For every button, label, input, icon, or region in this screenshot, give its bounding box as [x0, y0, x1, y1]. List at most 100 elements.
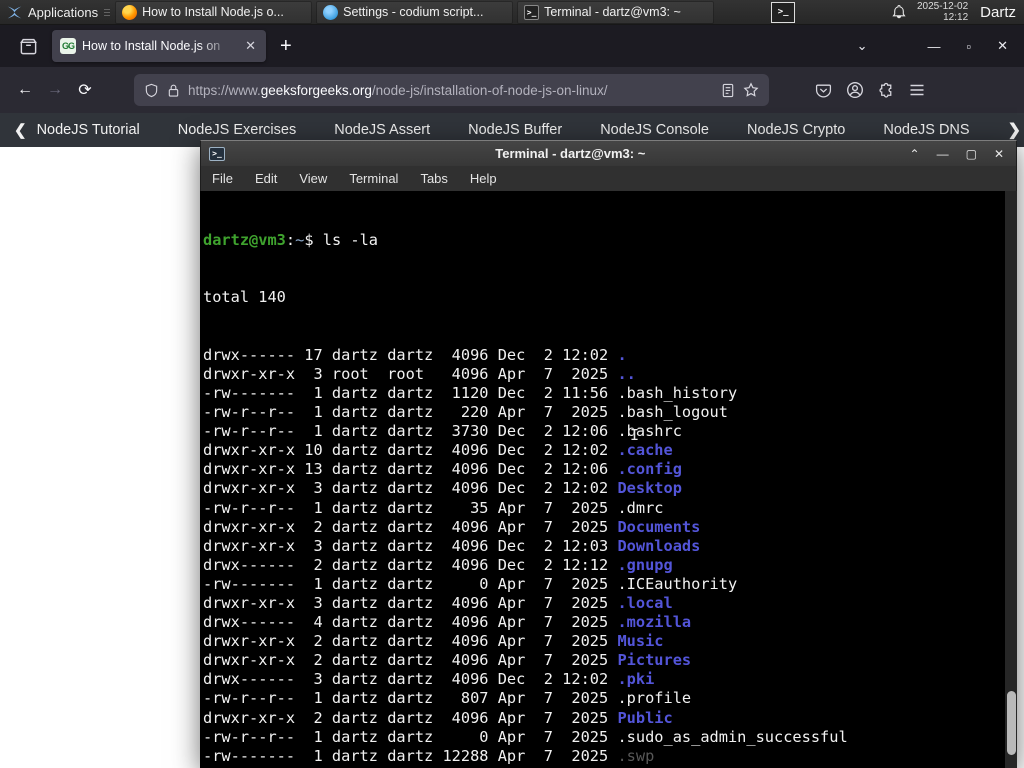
firefox-tab-bar: GG How to Install Node.js on ✕ + ⌄ — ▫ ✕: [0, 25, 1024, 67]
terminal-line: drwx------ 17 dartz dartz 4096 Dec 2 12:…: [203, 345, 627, 364]
terminal-line: -rw-r--r-- 1 dartz dartz 3730 Dec 2 12:0…: [203, 422, 682, 441]
terminal-line: drwx------ 4 dartz dartz 4096 Apr 7 2025…: [203, 613, 692, 632]
terminal-line: -rw-r--r-- 1 dartz dartz 0 Apr 7 2025 .s…: [203, 727, 848, 746]
terminal-titlebar[interactable]: >_ Terminal - dartz@vm3: ~ ⌃ — ▢ ✕: [200, 140, 1017, 166]
url-text: https://www.geeksforgeeks.org/node-js/in…: [188, 82, 608, 98]
directory-name: .local: [617, 593, 673, 612]
directory-name: ..: [617, 364, 636, 383]
firefox-view-icon[interactable]: [14, 32, 42, 60]
terminal-line: drwx------ 3 dartz dartz 4096 Dec 2 12:0…: [203, 670, 655, 689]
applications-menu-button[interactable]: Applications: [0, 0, 104, 24]
terminal-maximize-button[interactable]: ▢: [966, 147, 977, 161]
terminal-line: drwxr-xr-x 2 dartz dartz 4096 Apr 7 2025…: [203, 517, 701, 536]
terminal-shade-button[interactable]: ⌃: [910, 147, 920, 161]
menu-view[interactable]: View: [288, 171, 338, 186]
extensions-puzzle-icon[interactable]: [878, 82, 895, 99]
terminal-line: -rw-r--r-- 1 dartz dartz 220 Apr 7 2025 …: [203, 403, 728, 422]
directory-name: .mozilla: [617, 613, 692, 632]
menu-file[interactable]: File: [201, 171, 244, 186]
file-name: .swp: [617, 746, 655, 765]
url-bar[interactable]: https://www.geeksforgeeks.org/node-js/in…: [134, 74, 769, 106]
nav-link-tutorial[interactable]: NodeJS Tutorial: [37, 122, 140, 138]
account-icon[interactable]: [846, 81, 864, 99]
nav-link-buffer[interactable]: NodeJS Buffer: [468, 122, 562, 138]
terminal-scrollbar-thumb[interactable]: [1006, 691, 1016, 755]
directory-name: .config: [617, 460, 682, 479]
terminal-line: drwxr-xr-x 3 dartz dartz 4096 Apr 7 2025…: [203, 593, 673, 612]
directory-name: .cache: [617, 441, 673, 460]
taskbar-window-codium[interactable]: Settings - codium script...: [316, 0, 514, 24]
notification-bell-icon[interactable]: [891, 4, 907, 20]
tracking-shield-icon[interactable]: [144, 83, 159, 98]
window-maximize-button[interactable]: ▫: [966, 39, 971, 54]
terminal-listing: drwx------ 17 dartz dartz 4096 Dec 2 12:…: [203, 346, 848, 768]
reload-button[interactable]: ⟳: [70, 75, 100, 105]
lock-icon[interactable]: [167, 83, 180, 98]
nav-scroll-right-icon[interactable]: ❯: [1008, 120, 1021, 140]
menu-tabs[interactable]: Tabs: [409, 171, 458, 186]
command-text: ls -la: [322, 231, 379, 250]
reader-mode-icon[interactable]: [721, 83, 735, 98]
file-name: .ICEauthority: [617, 574, 738, 593]
taskbar-window-title: Terminal - dartz@vm3: ~: [544, 5, 681, 19]
tab-close-icon[interactable]: ✕: [243, 38, 258, 54]
top-panel: Applications How to Install Node.js o...…: [0, 0, 1024, 25]
file-name: .bash_logout: [617, 403, 728, 422]
panel-clock[interactable]: 2025-12-02 12:12: [917, 1, 968, 23]
forward-button[interactable]: →: [40, 75, 70, 105]
terminal-line: -rw------- 1 dartz dartz 0 Apr 7 2025 .I…: [203, 574, 738, 593]
list-all-tabs-icon[interactable]: ⌄: [857, 38, 868, 54]
directory-name: Pictures: [617, 651, 692, 670]
menu-help[interactable]: Help: [459, 171, 508, 186]
nav-link-console[interactable]: NodeJS Console: [600, 122, 709, 138]
terminal-icon: >_: [524, 4, 540, 20]
taskbar-window-terminal[interactable]: >_ Terminal - dartz@vm3: ~: [517, 0, 715, 24]
nav-link-dns[interactable]: NodeJS DNS: [883, 122, 969, 138]
terminal-line: drwxr-xr-x 2 dartz dartz 4096 Apr 7 2025…: [203, 632, 664, 651]
back-button[interactable]: ←: [10, 75, 40, 105]
total-line: total 140: [203, 288, 286, 307]
terminal-window-icon: >_: [209, 146, 225, 161]
firefox-icon: [122, 4, 138, 20]
hamburger-menu-icon[interactable]: [909, 83, 925, 97]
taskbar-window-title: Settings - codium script...: [343, 5, 484, 19]
terminal-line: drwxr-xr-x 2 dartz dartz 4096 Apr 7 2025…: [203, 708, 673, 727]
pocket-save-icon[interactable]: [815, 82, 832, 99]
terminal-content[interactable]: dartz@vm3:~$ ls -la total 140 drwx------…: [200, 191, 1017, 768]
terminal-line: -rw-r--r-- 1 dartz dartz 35 Apr 7 2025 .…: [203, 498, 664, 517]
clock-date: 2025-12-02: [917, 1, 969, 12]
window-close-button[interactable]: ✕: [997, 38, 1008, 54]
terminal-line: -rw------- 1 dartz dartz 1120 Dec 2 11:5…: [203, 383, 738, 402]
nav-link-crypto[interactable]: NodeJS Crypto: [747, 122, 845, 138]
file-name: .profile: [617, 689, 692, 708]
terminal-scrollbar[interactable]: [1005, 191, 1017, 768]
file-name: .dmrc: [617, 498, 664, 517]
terminal-line: drwxr-xr-x 2 dartz dartz 4096 Apr 7 2025…: [203, 651, 692, 670]
tab-title: How to Install Node.js on: [82, 39, 221, 53]
terminal-minimize-button[interactable]: —: [937, 147, 949, 161]
terminal-line: drwxr-xr-x 3 dartz dartz 4096 Dec 2 12:0…: [203, 536, 701, 555]
desktop: Applications How to Install Node.js o...…: [0, 0, 1024, 768]
prompt-line: dartz@vm3:~$ ls -la: [203, 231, 379, 250]
directory-name: Desktop: [617, 479, 682, 498]
browser-tab[interactable]: GG How to Install Node.js on ✕: [52, 30, 266, 62]
menu-terminal[interactable]: Terminal: [338, 171, 409, 186]
directory-name: .: [617, 345, 627, 364]
window-minimize-button[interactable]: —: [927, 39, 940, 54]
taskbar-window-firefox[interactable]: How to Install Node.js o...: [115, 0, 313, 24]
menu-edit[interactable]: Edit: [244, 171, 288, 186]
bookmark-star-icon[interactable]: [743, 82, 759, 98]
terminal-line: drwxr-xr-x 13 dartz dartz 4096 Dec 2 12:…: [203, 460, 682, 479]
new-tab-button[interactable]: +: [280, 35, 292, 58]
tray-terminal-icon[interactable]: >_: [771, 1, 796, 23]
terminal-line: drwxr-xr-x 3 dartz dartz 4096 Dec 2 12:0…: [203, 479, 682, 498]
nav-scroll-left-icon[interactable]: ❮: [14, 121, 27, 139]
directory-name: Music: [617, 632, 664, 651]
directory-name: .pki: [617, 670, 655, 689]
terminal-close-button[interactable]: ✕: [994, 147, 1004, 161]
applications-label: Applications: [28, 4, 99, 20]
file-name: .bash_history: [617, 383, 738, 402]
nav-link-assert[interactable]: NodeJS Assert: [334, 122, 430, 138]
nav-link-exercises[interactable]: NodeJS Exercises: [178, 122, 296, 138]
panel-user-label[interactable]: Dartz: [980, 4, 1016, 21]
